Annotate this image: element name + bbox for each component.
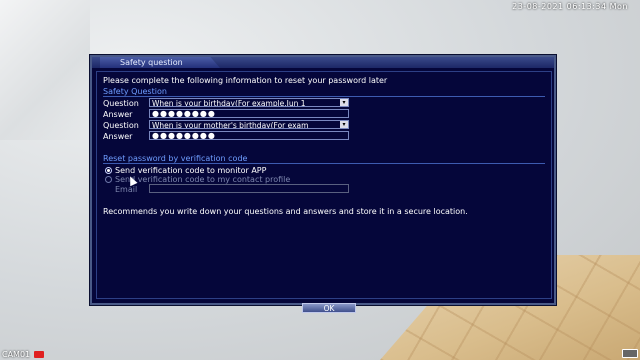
question-1-value: When is your birthday(For example,Jun 1 <box>152 99 306 107</box>
hdd-icon <box>622 349 638 358</box>
safety-question-dialog: Safety question Please complete the foll… <box>90 55 556 313</box>
safety-question-header: Safety Question <box>103 87 167 96</box>
option-monitor-app-label[interactable]: Send verification code to monitor APP <box>115 166 266 175</box>
answer-1-input[interactable]: ●●●●●●●● <box>149 109 349 118</box>
reset-header: Reset password by verification code <box>103 154 248 163</box>
dialog-body: Please complete the following informatio… <box>96 71 552 313</box>
radio-monitor-app[interactable] <box>105 167 112 174</box>
option-contact-profile-label[interactable]: Send verification code to my contact pro… <box>115 175 290 184</box>
security-note: Recommends you write down your questions… <box>103 207 468 216</box>
camera-label: CAM01 <box>2 350 31 359</box>
section-divider <box>103 96 545 97</box>
question-2-select[interactable]: When is your mother's birthday(For exam … <box>149 120 349 129</box>
chevron-down-icon[interactable]: ▾ <box>340 121 348 128</box>
question-1-select[interactable]: When is your birthday(For example,Jun 1 … <box>149 98 349 107</box>
dialog-title: Safety question <box>120 58 183 67</box>
chevron-down-icon[interactable]: ▾ <box>340 99 348 106</box>
record-icon <box>34 351 44 358</box>
timestamp-overlay: 23-08-2021 06:13:34 Mon <box>512 2 628 11</box>
question-2-value: When is your mother's birthday(For exam <box>152 121 309 129</box>
ok-button[interactable]: OK <box>302 303 356 313</box>
email-input[interactable] <box>149 184 349 193</box>
ceiling-corner <box>0 0 90 140</box>
intro-text: Please complete the following informatio… <box>103 76 388 85</box>
question-2-label: Question <box>103 121 139 130</box>
answer-1-label: Answer <box>103 110 133 119</box>
section-divider <box>103 163 545 164</box>
radio-contact-profile[interactable] <box>105 176 112 183</box>
question-1-label: Question <box>103 99 139 108</box>
email-label: Email <box>115 185 138 194</box>
answer-2-label: Answer <box>103 132 133 141</box>
answer-2-input[interactable]: ●●●●●●●● <box>149 131 349 140</box>
